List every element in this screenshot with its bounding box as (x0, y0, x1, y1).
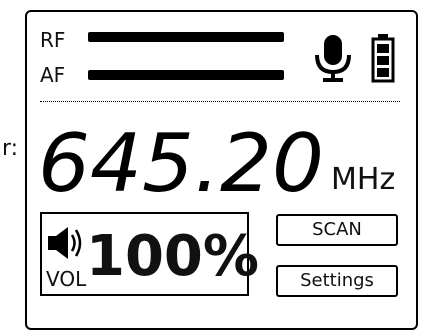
rf-meter-fill (90, 34, 282, 40)
frequency-unit: MHz (331, 162, 396, 197)
af-meter-fill (90, 72, 282, 78)
volume-label: VOL (46, 267, 87, 291)
speaker-volume-icon (48, 227, 82, 259)
settings-button[interactable]: Settings (276, 265, 398, 297)
af-label: AF (40, 63, 66, 87)
rf-meter (88, 32, 284, 42)
side-label: r: (2, 136, 19, 161)
frequency-value: 645.20 (38, 123, 324, 197)
battery-full-icon (371, 34, 395, 83)
divider (40, 101, 400, 102)
scan-button[interactable]: SCAN (276, 214, 398, 246)
volume-value: 100% (86, 224, 260, 289)
frequency-readout: 645.20 (38, 123, 324, 197)
microphone-icon[interactable] (311, 33, 355, 83)
af-meter (88, 70, 284, 80)
rf-label: RF (40, 28, 66, 52)
volume-panel: VOL 100% (40, 212, 259, 296)
